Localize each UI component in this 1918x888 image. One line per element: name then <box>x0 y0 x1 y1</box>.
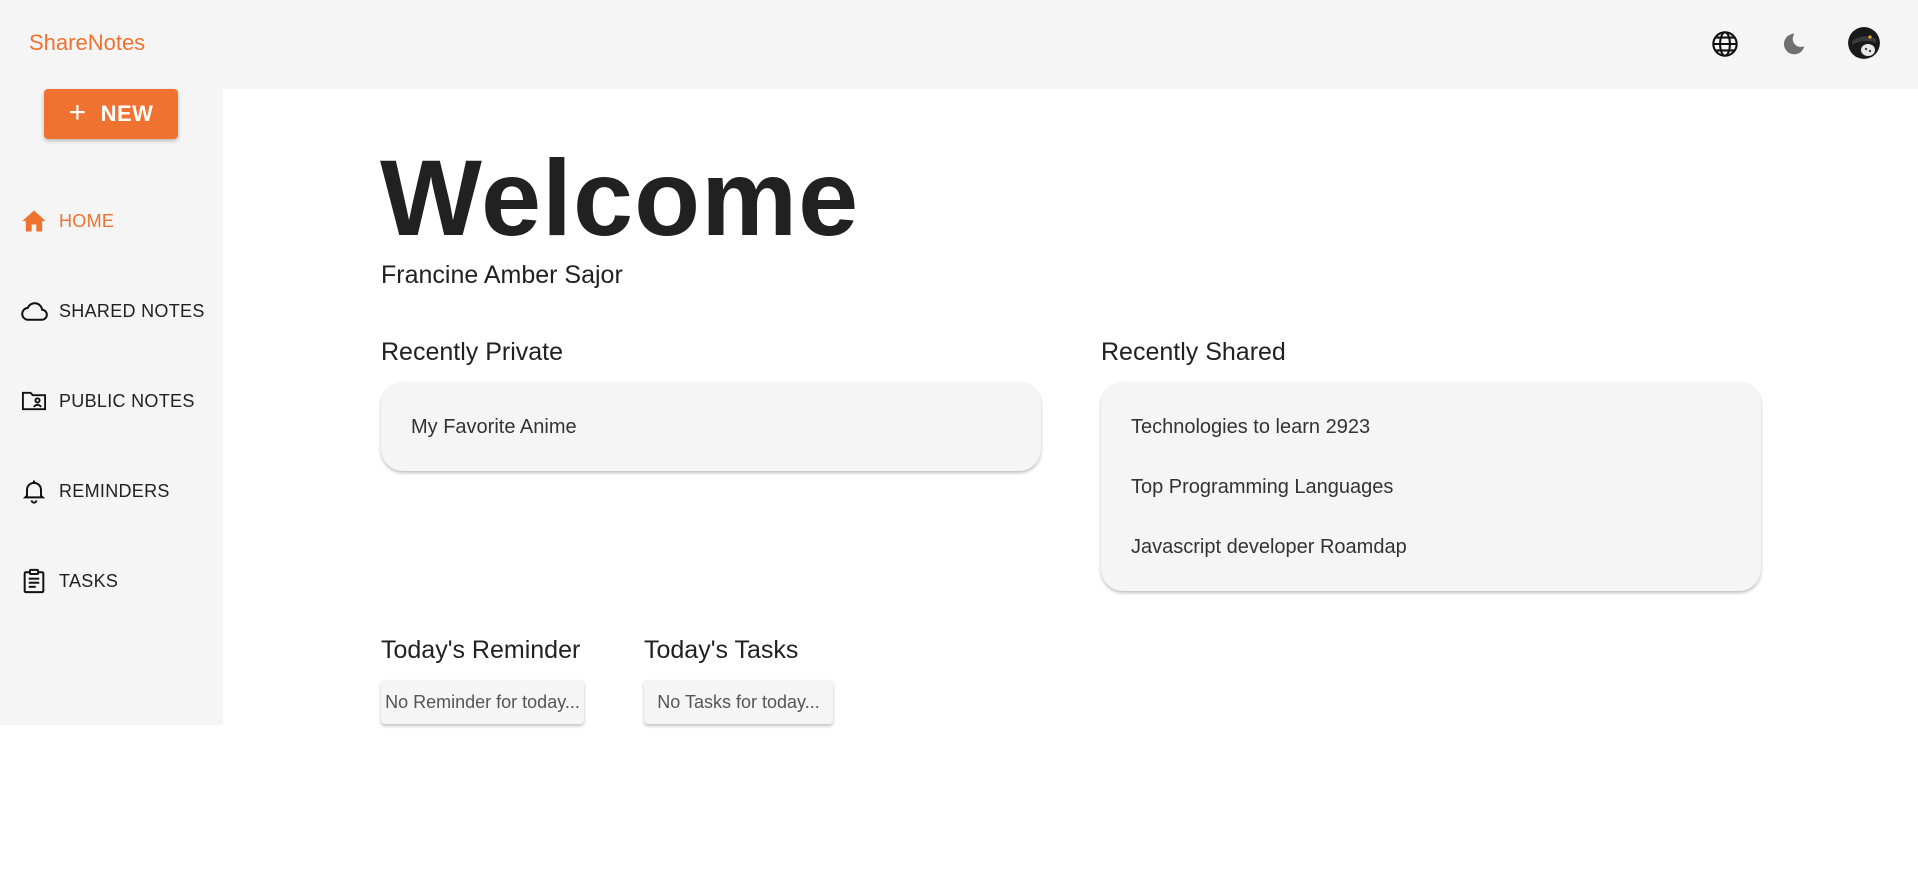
app-root: ShareNotes + NEW HOME SHARED NOTES PUBLI… <box>0 0 1918 888</box>
folder-user-icon <box>19 386 49 416</box>
list-item[interactable]: Javascript developer Roamdap <box>1131 536 1407 559</box>
list-item[interactable]: Top Programming Languages <box>1131 476 1393 499</box>
new-button-label: NEW <box>100 101 154 126</box>
sidebar-item-reminders[interactable]: REMINDERS <box>0 466 223 516</box>
sidebar-item-tasks[interactable]: TASKS <box>0 556 223 606</box>
todays-tasks-title: Today's Tasks <box>644 636 799 664</box>
moon-icon[interactable] <box>1778 28 1810 60</box>
sidebar-item-home[interactable]: HOME <box>0 196 223 246</box>
tasks-empty-card: No Tasks for today... <box>644 680 833 724</box>
todays-reminder-title: Today's Reminder <box>381 636 581 664</box>
user-avatar[interactable] <box>1848 27 1880 59</box>
recently-private-card: My Favorite Anime <box>381 382 1041 471</box>
new-note-button[interactable]: + NEW <box>44 89 178 139</box>
sidebar-item-label: TASKS <box>59 570 119 591</box>
sidebar-item-shared-notes[interactable]: SHARED NOTES <box>0 286 223 336</box>
sidebar-item-label: PUBLIC NOTES <box>59 390 195 411</box>
globe-icon[interactable] <box>1709 28 1741 60</box>
page-title: Welcome <box>380 137 860 258</box>
list-item[interactable]: Technologies to learn 2923 <box>1131 416 1370 439</box>
sidebar-item-label: HOME <box>59 210 115 231</box>
brand-logo[interactable]: ShareNotes <box>29 30 145 56</box>
sidebar: + NEW HOME SHARED NOTES PUBLIC NOTES REM… <box>0 89 223 725</box>
recently-shared-card: Technologies to learn 2923 Top Programmi… <box>1101 382 1761 591</box>
reminder-empty-card: No Reminder for today... <box>381 680 584 724</box>
bell-icon <box>19 476 49 506</box>
cloud-icon <box>19 296 49 326</box>
home-icon <box>19 206 49 236</box>
recently-private-title: Recently Private <box>381 338 564 366</box>
sidebar-item-public-notes[interactable]: PUBLIC NOTES <box>0 376 223 426</box>
clipboard-icon <box>19 566 49 596</box>
sidebar-item-label: SHARED NOTES <box>59 300 205 321</box>
list-item[interactable]: My Favorite Anime <box>411 416 577 439</box>
recently-shared-title: Recently Shared <box>1101 338 1286 366</box>
top-bar: ShareNotes <box>0 0 1918 89</box>
plus-icon: + <box>68 95 87 129</box>
user-name: Francine Amber Sajor <box>381 261 623 289</box>
sidebar-item-label: REMINDERS <box>59 480 170 501</box>
